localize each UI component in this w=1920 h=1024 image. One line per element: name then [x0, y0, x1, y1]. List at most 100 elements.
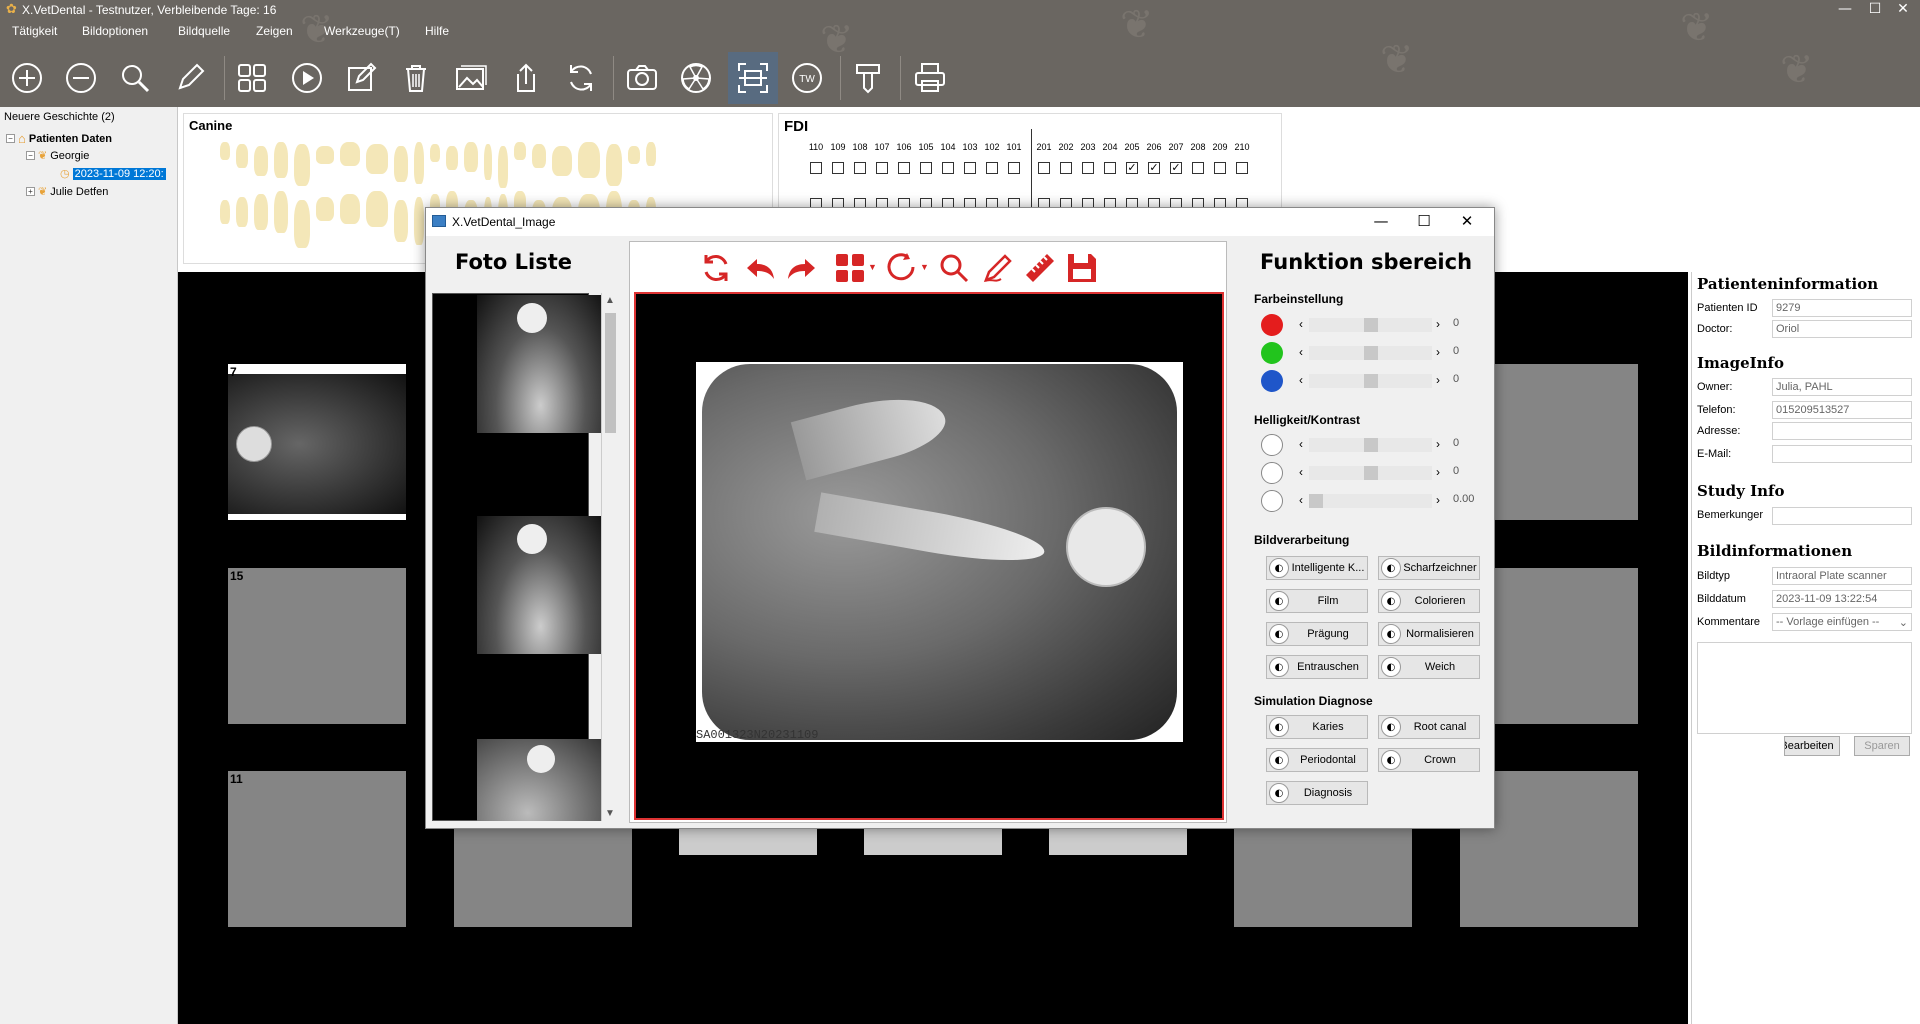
radiation-button[interactable]	[671, 52, 721, 104]
tooth-shape[interactable]	[254, 194, 268, 230]
maximize-icon[interactable]: ☐	[1409, 212, 1439, 230]
minimize-icon[interactable]: —	[1366, 212, 1396, 230]
fdi-checkbox[interactable]	[1104, 162, 1116, 174]
slider-knob[interactable]	[1309, 494, 1323, 508]
telefon-field[interactable]: 015209513527	[1772, 401, 1912, 419]
decrease-icon[interactable]: ‹	[1299, 345, 1303, 359]
tooth-shape[interactable]	[484, 144, 492, 180]
sensor-button[interactable]	[843, 52, 893, 104]
kommentare-select[interactable]: -- Vorlage einfügen -- ⌄	[1772, 613, 1912, 631]
scroll-up-icon[interactable]: ▲	[605, 295, 615, 306]
fdi-checkbox[interactable]	[810, 162, 822, 174]
decrease-icon[interactable]: ‹	[1299, 493, 1303, 507]
slider-knob[interactable]	[1363, 438, 1378, 452]
close-icon[interactable]: ✕	[1892, 1, 1914, 17]
undo-button[interactable]	[740, 250, 780, 286]
photo-thumbnail[interactable]	[477, 739, 604, 821]
slider-knob[interactable]	[1363, 466, 1378, 480]
colorieren-button[interactable]: ◐ Colorieren	[1378, 589, 1480, 613]
slider-track[interactable]	[1309, 346, 1432, 360]
collapse-icon[interactable]: −	[26, 151, 35, 160]
tooth-shape[interactable]	[514, 142, 526, 160]
tooth-shape[interactable]	[220, 200, 230, 224]
tooth-shape[interactable]	[394, 200, 408, 242]
film-button[interactable]: ◐ Film	[1266, 589, 1368, 613]
gallery-slot[interactable]	[679, 827, 817, 855]
tooth-shape[interactable]	[316, 146, 334, 164]
scrollbar-thumb[interactable]	[605, 313, 616, 433]
gallery-slot[interactable]	[1049, 827, 1187, 855]
fdi-checkbox[interactable]	[1038, 162, 1050, 174]
diagnosis-button[interactable]: ◐ Diagnosis	[1266, 781, 1368, 805]
menu-item-zeigen[interactable]: Zeigen	[256, 24, 293, 38]
gallery-slot[interactable]: 7	[228, 364, 406, 520]
camera-button[interactable]	[617, 52, 667, 104]
kommentare-textarea[interactable]	[1697, 642, 1912, 734]
chevron-down-icon[interactable]: ▼	[920, 262, 929, 272]
rotate-button[interactable]	[882, 250, 922, 286]
scharfzeichner-button[interactable]: ◐ Scharfzeichner	[1378, 556, 1480, 580]
tooth-shape[interactable]	[254, 146, 268, 176]
slider-knob[interactable]	[1363, 374, 1378, 388]
fdi-checkbox[interactable]	[854, 162, 866, 174]
play-button[interactable]	[282, 52, 332, 104]
print-button[interactable]	[905, 52, 955, 104]
fdi-checkbox[interactable]	[898, 162, 910, 174]
tooth-shape[interactable]	[606, 144, 622, 186]
tooth-shape[interactable]	[316, 197, 334, 221]
fdi-checkbox[interactable]	[1060, 162, 1072, 174]
tooth-shape[interactable]	[366, 144, 388, 174]
decrease-icon[interactable]: ‹	[1299, 317, 1303, 331]
slider-track[interactable]	[1309, 438, 1432, 452]
decrease-icon[interactable]: ‹	[1299, 437, 1303, 451]
slider-track[interactable]	[1309, 374, 1432, 388]
menu-item-bildoptionen[interactable]: Bildoptionen	[82, 24, 148, 38]
tooth-shape[interactable]	[464, 142, 478, 172]
intelligente-k-button[interactable]: ◐ Intelligente K...	[1266, 556, 1368, 580]
fdi-checkbox[interactable]	[942, 162, 954, 174]
tooth-shape[interactable]	[498, 146, 508, 188]
karies-button[interactable]: ◐ Karies	[1266, 715, 1368, 739]
tooth-shape[interactable]	[236, 144, 248, 168]
scan-button[interactable]	[728, 52, 778, 104]
fdi-checkbox[interactable]	[1192, 162, 1204, 174]
increase-icon[interactable]: ›	[1436, 317, 1440, 331]
slider-knob[interactable]	[1363, 346, 1378, 360]
fdi-checkbox[interactable]: ✓	[1148, 162, 1160, 174]
tooth-shape[interactable]	[340, 142, 360, 166]
tooth-shape[interactable]	[552, 146, 572, 176]
fdi-checkbox[interactable]: ✓	[1170, 162, 1182, 174]
minimize-icon[interactable]: —	[1834, 1, 1856, 17]
slider-track[interactable]	[1309, 494, 1432, 508]
tooth-shape[interactable]	[578, 142, 600, 178]
increase-icon[interactable]: ›	[1436, 437, 1440, 451]
prägung-button[interactable]: ◐ Prägung	[1266, 622, 1368, 646]
fdi-checkbox[interactable]	[1214, 162, 1226, 174]
refresh-button[interactable]	[556, 52, 606, 104]
chevron-down-icon[interactable]: ▼	[868, 262, 877, 272]
tooth-shape[interactable]	[532, 144, 546, 168]
increase-icon[interactable]: ›	[1436, 493, 1440, 507]
collapse-icon[interactable]: −	[6, 134, 15, 143]
normalisieren-button[interactable]: ◐ Normalisieren	[1378, 622, 1480, 646]
tooth-shape[interactable]	[274, 142, 288, 178]
refresh-button[interactable]	[696, 250, 736, 286]
scroll-down-icon[interactable]: ▼	[605, 808, 615, 819]
fdi-checkbox[interactable]	[832, 162, 844, 174]
menu-item-bildquelle[interactable]: Bildquelle	[178, 24, 230, 38]
fdi-checkbox[interactable]	[876, 162, 888, 174]
tree-root[interactable]: − ⌂ Patienten Daten	[6, 131, 112, 146]
image-canvas[interactable]: SA001323N20231109	[634, 292, 1224, 820]
tooth-shape[interactable]	[394, 146, 408, 182]
fdi-checkbox[interactable]	[964, 162, 976, 174]
periodontal-button[interactable]: ◐ Periodontal	[1266, 748, 1368, 772]
fdi-checkbox[interactable]	[1236, 162, 1248, 174]
pencil-button[interactable]	[165, 52, 215, 104]
zoom-button[interactable]	[934, 250, 974, 286]
slider-track[interactable]	[1309, 318, 1432, 332]
owner-field[interactable]: Julia, PAHL	[1772, 378, 1912, 396]
expand-icon[interactable]: +	[26, 187, 35, 196]
fdi-checkbox[interactable]: ✓	[1126, 162, 1138, 174]
tooth-shape[interactable]	[646, 142, 656, 166]
bildtyp-field[interactable]: Intraoral Plate scanner	[1772, 567, 1912, 585]
